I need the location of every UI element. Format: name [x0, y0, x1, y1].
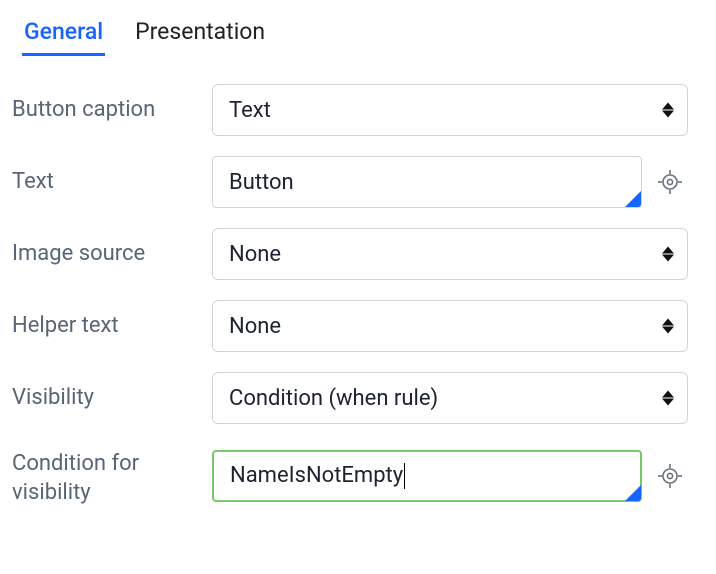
label-helper-text: Helper text: [12, 312, 202, 341]
label-image-source: Image source: [12, 240, 202, 269]
tab-bar: General Presentation: [12, 16, 688, 56]
target-icon[interactable]: [657, 169, 683, 195]
button-caption-select[interactable]: Text: [212, 84, 688, 136]
label-text: Text: [12, 168, 202, 197]
condition-for-visibility-value: NameIsNotEmpty: [230, 463, 403, 488]
tab-general[interactable]: General: [22, 16, 105, 56]
image-source-select[interactable]: None: [212, 228, 688, 280]
updown-icon: [662, 247, 674, 262]
label-condition-for-visibility: Condition for visibility: [12, 444, 202, 507]
updown-icon: [662, 391, 674, 406]
helper-text-select[interactable]: None: [212, 300, 688, 352]
form: Button caption Text Text Button Image so…: [12, 84, 688, 507]
label-button-caption: Button caption: [12, 96, 202, 125]
updown-icon: [662, 319, 674, 334]
text-input[interactable]: Button: [212, 156, 642, 208]
image-source-value: None: [229, 242, 281, 267]
text-caret-icon: [404, 463, 405, 489]
tab-presentation[interactable]: Presentation: [133, 16, 267, 56]
button-caption-value: Text: [229, 98, 271, 123]
visibility-select[interactable]: Condition (when rule): [212, 372, 688, 424]
label-visibility: Visibility: [12, 384, 202, 413]
target-icon[interactable]: [657, 463, 683, 489]
visibility-value: Condition (when rule): [229, 386, 438, 411]
updown-icon: [662, 103, 674, 118]
text-value: Button: [229, 170, 294, 195]
condition-for-visibility-input[interactable]: NameIsNotEmpty: [212, 450, 642, 502]
helper-text-value: None: [229, 314, 281, 339]
